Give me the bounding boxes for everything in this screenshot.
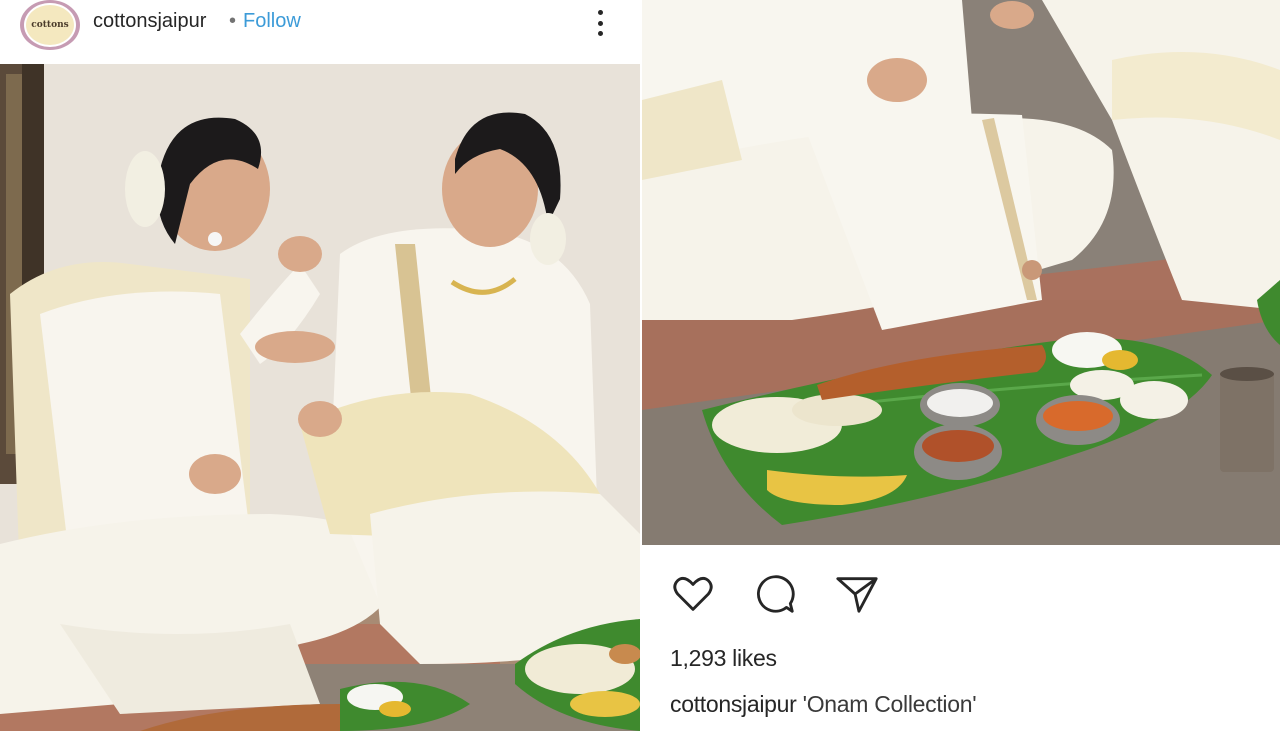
- avatar-logo: cottons: [24, 3, 76, 47]
- separator-dot: •: [229, 10, 237, 32]
- action-bar: [670, 571, 880, 617]
- post-photo-left[interactable]: [0, 64, 640, 731]
- more-options-icon[interactable]: [588, 6, 612, 40]
- caption-username[interactable]: cottonsjaipur: [670, 691, 797, 717]
- caption-text: 'Onam Collection': [802, 691, 977, 717]
- heart-icon[interactable]: [670, 571, 716, 617]
- profile-avatar[interactable]: cottons: [20, 0, 80, 50]
- paper-plane-icon[interactable]: [834, 571, 880, 617]
- likes-count[interactable]: 1,293 likes: [670, 645, 777, 672]
- post-actions-panel: 1,293 likes cottonsjaipur 'Onam Collecti…: [642, 545, 1280, 731]
- post-photo-right[interactable]: [642, 0, 1280, 545]
- comment-bubble-icon[interactable]: [752, 571, 798, 617]
- post-left-panel: cottons cottonsjaipur • Follow: [0, 0, 640, 731]
- post-caption: cottonsjaipur 'Onam Collection': [670, 691, 977, 718]
- post-header: cottons cottonsjaipur • Follow: [0, 0, 640, 64]
- follow-button[interactable]: Follow: [243, 10, 301, 33]
- post-username[interactable]: cottonsjaipur: [93, 10, 206, 33]
